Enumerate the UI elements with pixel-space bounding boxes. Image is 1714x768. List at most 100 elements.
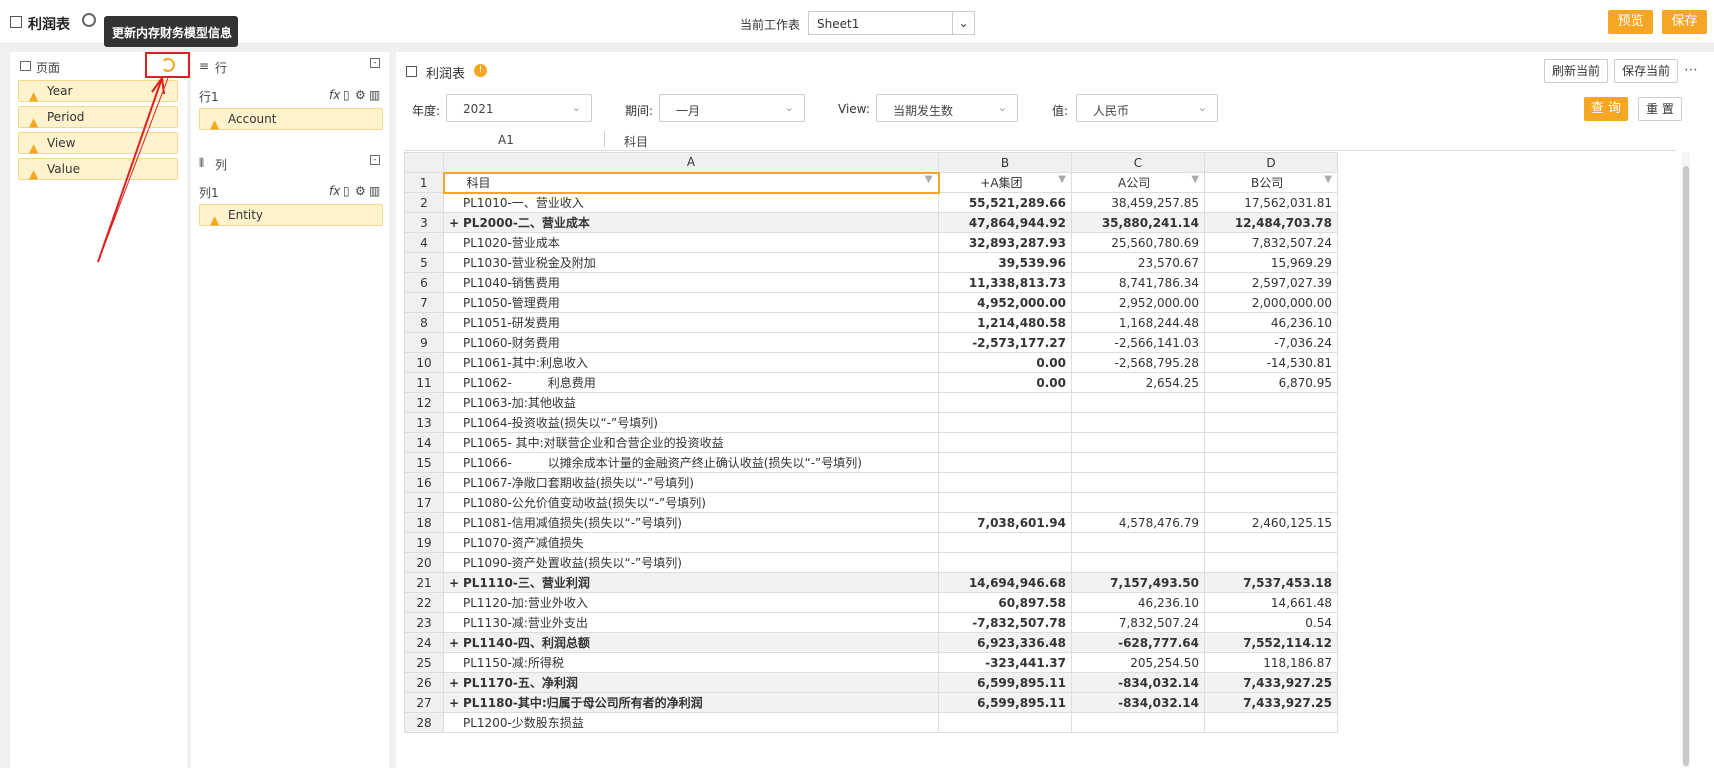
formula-icon[interactable]: fx [329,88,340,102]
account-cell[interactable]: PL1200-少数股东损益 [443,712,939,733]
vertical-scrollbar[interactable] [1682,152,1690,768]
value-cell-company-b[interactable]: 0.54 [1204,612,1338,633]
value-cell-company-a[interactable]: -834,032.14 [1071,672,1205,693]
account-cell[interactable]: PL1070-资产减值损失 [443,532,939,553]
account-cell[interactable]: PL1081-信用减值损失(损失以“-”号填列) [443,512,939,533]
value-cell-company-a[interactable] [1071,452,1205,473]
value-cell-company-a[interactable] [1071,392,1205,413]
value-cell-company-b[interactable]: 2,000,000.00 [1204,292,1338,313]
header-cell-account[interactable]: 科目 ▼ [442,171,940,194]
account-cell[interactable]: PL1066- 以摊余成本计量的金融资产终止确认收益(损失以“-”号填列) [443,452,939,473]
account-cell[interactable]: PL1040-销售费用 [443,272,939,293]
value-cell-group[interactable]: 6,599,895.11 [938,692,1072,713]
value-cell-group[interactable]: -2,573,177.27 [938,332,1072,353]
account-cell[interactable]: + PL1140-四、利润总额 [443,632,939,653]
value-cell-company-a[interactable]: -2,568,795.28 [1071,352,1205,373]
value-cell-company-a[interactable]: 205,254.50 [1071,652,1205,673]
row-number[interactable]: 21 [404,572,444,593]
value-cell-company-b[interactable] [1204,492,1338,513]
preview-button[interactable]: 预览 [1608,10,1653,34]
account-cell[interactable]: PL1150-减:所得税 [443,652,939,673]
value-cell-company-a[interactable]: 7,157,493.50 [1071,572,1205,593]
row-number[interactable]: 23 [404,612,444,633]
column-header[interactable]: A [443,152,939,173]
column-header[interactable]: C [1071,152,1205,173]
value-cell-company-b[interactable]: 17,562,031.81 [1204,192,1338,213]
row-number[interactable]: 12 [404,392,444,413]
value-cell-company-a[interactable]: 38,459,257.85 [1071,192,1205,213]
value-cell-company-a[interactable]: 7,832,507.24 [1071,612,1205,633]
account-cell[interactable]: + PL1180-其中:归属于母公司所有者的净利润 [443,692,939,713]
value-cell-company-a[interactable]: 46,236.10 [1071,592,1205,613]
account-cell[interactable]: + PL2000-二、营业成本 [443,212,939,233]
collapse-icon[interactable]: - [370,155,380,165]
row-number[interactable]: 28 [404,712,444,733]
value-cell-company-b[interactable] [1204,432,1338,453]
value-cell-company-b[interactable] [1204,472,1338,493]
save-button[interactable]: 保存 [1662,10,1707,34]
settings-icon[interactable]: ⚙ [355,184,366,198]
row-number[interactable]: 20 [404,552,444,573]
value-cell-company-b[interactable]: -7,036.24 [1204,332,1338,353]
value-cell-company-b[interactable]: 2,460,125.15 [1204,512,1338,533]
view-select[interactable]: 当期发生数 ⌄ [876,94,1018,122]
expand-icon[interactable]: + [449,636,463,650]
corner-cell[interactable] [404,152,444,173]
row-number[interactable]: 19 [404,532,444,553]
value-cell-group[interactable]: 6,599,895.11 [938,672,1072,693]
value-cell-company-b[interactable]: 15,969.29 [1204,252,1338,273]
spreadsheet-grid[interactable]: A B C D 1 科目 ▼ +A集团 ▼ A公司 ▼ B公司 ▼ 2 PL1010-一、… [404,152,1338,733]
value-cell-company-a[interactable]: 23,570.67 [1071,252,1205,273]
value-cell-company-b[interactable]: -14,530.81 [1204,352,1338,373]
reset-button[interactable]: 重 置 [1638,97,1682,121]
formula-bar-content[interactable]: 科目 [624,133,648,150]
account-cell[interactable]: PL1130-减:营业外支出 [443,612,939,633]
expand-icon[interactable]: + [449,576,463,590]
row-number[interactable]: 25 [404,652,444,673]
value-cell-company-b[interactable]: 7,552,114.12 [1204,632,1338,653]
value-cell-company-a[interactable]: 35,880,241.14 [1071,212,1205,233]
value-cell-group[interactable] [938,532,1072,553]
value-cell-group[interactable]: 32,893,287.93 [938,232,1072,253]
filter-icon[interactable]: ▼ [1058,174,1066,185]
row-number[interactable]: 10 [404,352,444,373]
delete-icon[interactable]: ▥ [369,184,380,198]
account-cell[interactable]: PL1050-管理费用 [443,292,939,313]
row-number[interactable]: 6 [404,272,444,293]
value-cell-company-a[interactable] [1071,492,1205,513]
value-cell-company-b[interactable]: 12,484,703.78 [1204,212,1338,233]
value-cell-group[interactable] [938,472,1072,493]
gear-icon[interactable] [82,13,96,27]
year-select[interactable]: 2021 ⌄ [446,94,592,122]
save-current-button[interactable]: 保存当前 [1614,59,1678,83]
row-number[interactable]: 5 [404,252,444,273]
account-cell[interactable]: PL1020-营业成本 [443,232,939,253]
account-cell[interactable]: PL1064-投资收益(损失以“-”号填列) [443,412,939,433]
row-number[interactable]: 15 [404,452,444,473]
filter-icon[interactable]: ▼ [1191,174,1199,185]
row-number[interactable]: 1 [404,172,444,193]
value-cell-company-b[interactable]: 7,832,507.24 [1204,232,1338,253]
row-number[interactable]: 13 [404,412,444,433]
value-cell-company-a[interactable] [1071,432,1205,453]
value-cell-company-b[interactable]: 14,661.48 [1204,592,1338,613]
row-number[interactable]: 4 [404,232,444,253]
value-cell-company-a[interactable]: -628,777.64 [1071,632,1205,653]
account-cell[interactable]: PL1090-资产处置收益(损失以“-”号填列) [443,552,939,573]
value-cell-group[interactable]: -7,832,507.78 [938,612,1072,633]
value-cell-group[interactable] [938,452,1072,473]
value-cell-group[interactable] [938,412,1072,433]
row-number[interactable]: 17 [404,492,444,513]
row-number[interactable]: 2 [404,192,444,213]
row-number[interactable]: 26 [404,672,444,693]
account-cell[interactable]: PL1063-加:其他收益 [443,392,939,413]
copy-icon[interactable]: ▯ [343,88,350,102]
value-cell-group[interactable] [938,712,1072,733]
value-cell-company-a[interactable]: 2,654.25 [1071,372,1205,393]
value-cell-group[interactable]: 11,338,813.73 [938,272,1072,293]
row-item-account[interactable]: ▲ Account [199,108,383,131]
account-cell[interactable]: + PL1170-五、净利润 [443,672,939,693]
value-cell-group[interactable] [938,432,1072,453]
expand-icon[interactable]: + [449,216,463,230]
value-cell-company-b[interactable] [1204,412,1338,433]
